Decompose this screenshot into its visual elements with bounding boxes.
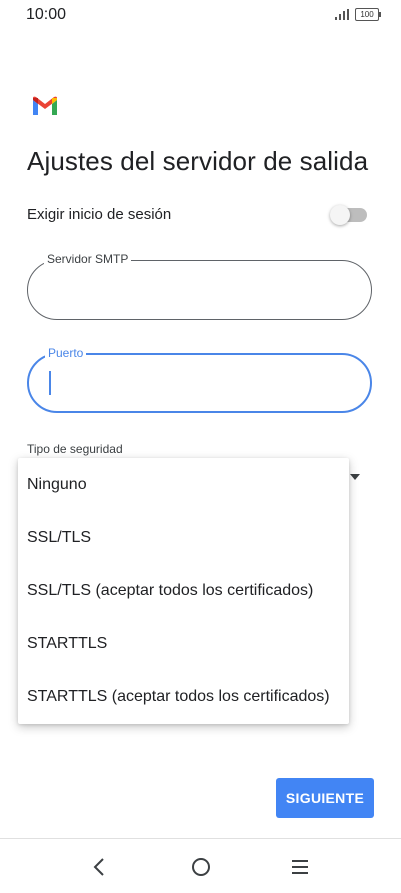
signal-icon [335, 9, 349, 20]
next-button[interactable]: SIGUIENTE [276, 778, 374, 818]
port-label: Puerto [45, 346, 87, 360]
menu-icon[interactable] [288, 855, 312, 879]
security-option-starttls[interactable]: STARTTLS [18, 617, 349, 670]
smtp-server-field[interactable]: Servidor SMTP [27, 252, 372, 320]
status-icons: 100 [335, 8, 381, 21]
page-title: Ajustes del servidor de salida [27, 146, 369, 176]
smtp-server-label: Servidor SMTP [44, 252, 132, 266]
dropdown-arrow-icon[interactable] [350, 474, 360, 480]
system-nav-bar [0, 838, 401, 893]
require-login-toggle[interactable] [330, 205, 367, 225]
smtp-server-input[interactable] [48, 279, 351, 303]
battery-level: 100 [360, 10, 374, 19]
security-type-label: Tipo de seguridad [27, 442, 123, 456]
port-input[interactable] [49, 373, 350, 397]
security-type-dropdown: Ninguno SSL/TLS SSL/TLS (aceptar todos l… [18, 458, 349, 724]
require-login-row: Exigir inicio de sesión [27, 204, 367, 228]
toggle-thumb [330, 205, 350, 225]
home-icon[interactable] [189, 855, 213, 879]
battery-icon: 100 [355, 8, 381, 21]
status-bar: 10:00 100 [0, 0, 401, 30]
security-option-starttls-all-certs[interactable]: STARTTLS (aceptar todos los certificados… [18, 670, 349, 723]
security-option-ssl-tls-all-certs[interactable]: SSL/TLS (aceptar todos los certificados) [18, 564, 349, 617]
security-option-ssl-tls[interactable]: SSL/TLS [18, 511, 349, 564]
back-icon[interactable] [88, 855, 112, 879]
port-field[interactable]: Puerto [27, 346, 372, 413]
security-option-ninguno[interactable]: Ninguno [18, 458, 349, 511]
require-login-label: Exigir inicio de sesión [27, 206, 172, 223]
status-time: 10:00 [26, 6, 67, 23]
gmail-logo-icon [33, 96, 57, 115]
